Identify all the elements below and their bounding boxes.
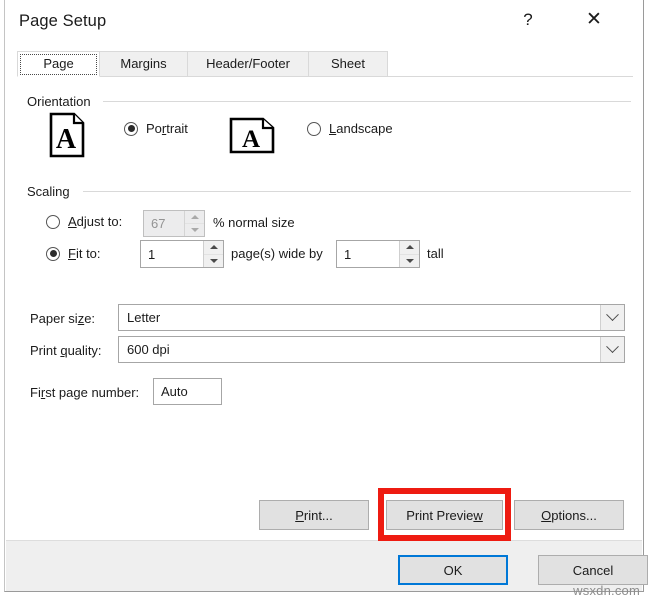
- landscape-label: Landscape: [329, 121, 393, 136]
- orientation-group-rule: [103, 101, 631, 102]
- paper-size-combo[interactable]: Letter: [118, 304, 625, 331]
- chevron-down-icon: [606, 308, 619, 322]
- question-mark-icon: ?: [523, 10, 533, 29]
- ok-button-label: OK: [443, 562, 463, 578]
- fit-to-wide-value: 1: [148, 246, 156, 262]
- cancel-button-label: Cancel: [572, 562, 614, 578]
- caret-up-icon: [405, 245, 414, 250]
- print-button[interactable]: Print...: [259, 500, 369, 530]
- close-icon: ✕: [586, 9, 602, 30]
- fit-to-wide-spin-up[interactable]: [204, 241, 223, 255]
- portrait-label: Portrait: [146, 121, 188, 136]
- print-quality-label: Print quality:: [30, 343, 102, 358]
- dialog-footer: OK Cancel: [6, 540, 648, 591]
- scaling-group-rule: [83, 191, 631, 192]
- caret-down-icon: [209, 258, 218, 263]
- print-preview-button-label: Print Preview: [406, 507, 483, 523]
- scaling-group-label: Scaling: [27, 184, 76, 199]
- dialog-title: Page Setup: [19, 12, 107, 30]
- portrait-page-icon: A: [49, 112, 85, 158]
- adjust-to-spinner[interactable]: 67: [143, 210, 205, 237]
- fit-to-label: Fit to:: [68, 246, 101, 261]
- adjust-to-spin-up[interactable]: [185, 211, 204, 224]
- tab-sheet-label: Sheet: [331, 56, 365, 71]
- svg-text:A: A: [56, 124, 77, 155]
- radio-fit-to[interactable]: Fit to:: [46, 246, 101, 261]
- fit-to-tall-spin-up[interactable]: [400, 241, 419, 255]
- radio-landscape[interactable]: Landscape: [307, 121, 393, 136]
- portrait-radio-indicator: [124, 121, 138, 136]
- adjust-to-spin-buttons[interactable]: [184, 211, 204, 236]
- fit-to-tall-value: 1: [344, 246, 352, 262]
- watermark: wsxdn.com: [573, 583, 640, 598]
- paper-size-dropdown-button[interactable]: [600, 305, 624, 330]
- fit-to-tall-spin-down[interactable]: [400, 255, 419, 268]
- page-setup-dialog: Page Setup ? ✕ Page Margins Header/Foote…: [4, 0, 648, 592]
- help-button[interactable]: ?: [505, 0, 551, 40]
- first-page-number-value: Auto: [161, 384, 188, 399]
- adjust-to-label: Adjust to:: [68, 214, 123, 229]
- radio-adjust-to[interactable]: Adjust to:: [46, 214, 122, 229]
- print-quality-dropdown-button[interactable]: [600, 337, 624, 362]
- ok-button[interactable]: OK: [398, 555, 508, 585]
- landscape-radio-indicator: [307, 121, 321, 136]
- print-quality-combo[interactable]: 600 dpi: [118, 336, 625, 363]
- caret-up-icon: [209, 245, 218, 250]
- fit-to-radio-indicator: [46, 246, 60, 261]
- options-button[interactable]: Options...: [514, 500, 624, 530]
- tab-page[interactable]: Page: [17, 51, 100, 77]
- print-preview-button[interactable]: Print Preview: [386, 500, 503, 530]
- adjust-to-radio-indicator: [46, 214, 60, 229]
- adjust-to-suffix: % normal size: [213, 215, 295, 230]
- fit-to-tall-spinner[interactable]: 1: [336, 240, 420, 268]
- fit-to-suffix: tall: [427, 246, 444, 261]
- fit-to-wide-spinner[interactable]: 1: [140, 240, 224, 268]
- chevron-down-icon: [606, 340, 619, 354]
- radio-portrait[interactable]: Portrait: [124, 121, 188, 136]
- options-button-label: Options...: [541, 507, 597, 523]
- landscape-page-icon: A: [229, 117, 275, 154]
- dialog-title-bar: Page Setup ? ✕: [5, 0, 643, 46]
- fit-to-middle-text: page(s) wide by: [231, 246, 323, 261]
- adjust-to-spin-down[interactable]: [185, 224, 204, 236]
- tab-focus-ring: [20, 54, 97, 75]
- fit-to-wide-spin-down[interactable]: [204, 255, 223, 268]
- tab-sheet[interactable]: Sheet: [308, 51, 388, 77]
- cancel-button[interactable]: Cancel: [538, 555, 648, 585]
- caret-up-icon: [190, 215, 199, 219]
- fit-to-tall-spin-buttons[interactable]: [399, 241, 419, 267]
- tab-header-footer-label: Header/Footer: [206, 56, 290, 71]
- close-button[interactable]: ✕: [571, 0, 617, 40]
- print-button-label: Print...: [295, 507, 333, 523]
- caret-down-icon: [405, 258, 414, 263]
- orientation-group-label: Orientation: [27, 94, 97, 109]
- paper-size-value: Letter: [127, 310, 161, 325]
- paper-size-label: Paper size:: [30, 311, 96, 326]
- print-quality-value: 600 dpi: [127, 342, 170, 357]
- svg-text:A: A: [242, 126, 260, 153]
- tab-header-footer[interactable]: Header/Footer: [187, 51, 309, 77]
- caret-down-icon: [190, 228, 199, 232]
- fit-to-wide-spin-buttons[interactable]: [203, 241, 223, 267]
- tab-margins[interactable]: Margins: [99, 51, 188, 77]
- tab-strip: Page Margins Header/Footer Sheet: [17, 51, 633, 77]
- tab-margins-label: Margins: [120, 56, 167, 71]
- first-page-number-input[interactable]: Auto: [153, 378, 222, 405]
- adjust-to-value: 67: [151, 216, 166, 231]
- first-page-number-label: First page number:: [30, 385, 140, 400]
